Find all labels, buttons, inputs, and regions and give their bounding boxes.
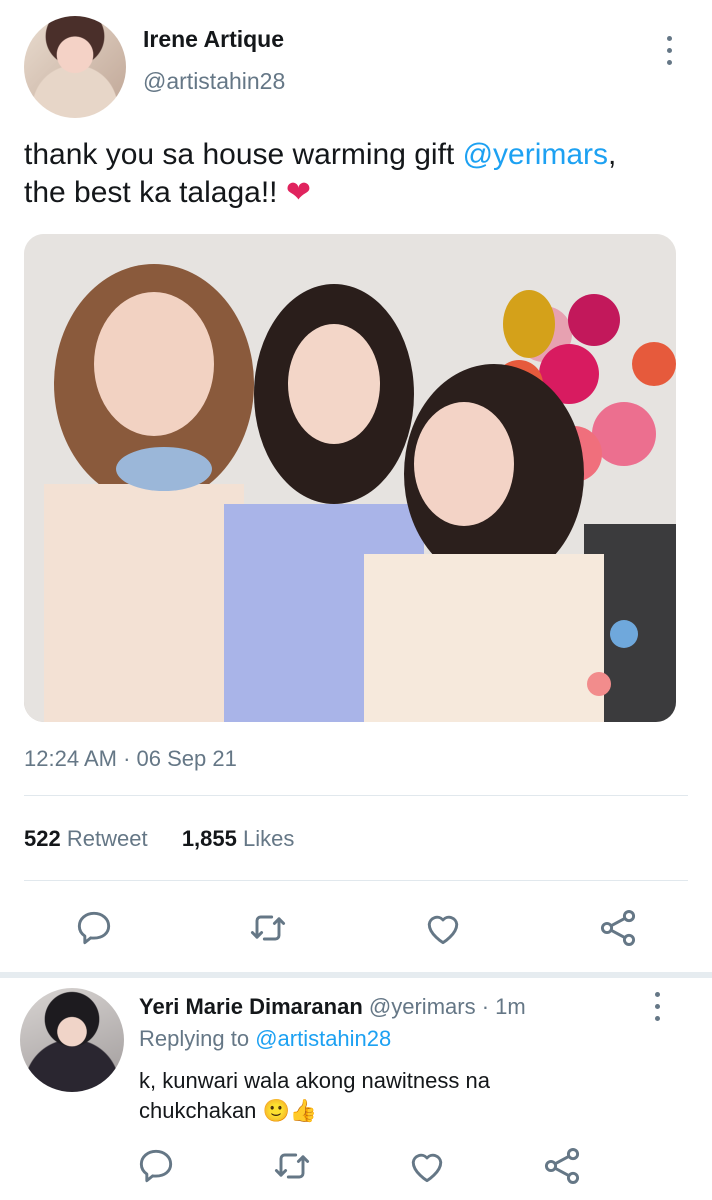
divider xyxy=(24,880,688,881)
heart-emoji: ❤ xyxy=(285,176,311,209)
replying-to: Replying to @artistahin28 xyxy=(139,1026,391,1052)
reply-reply-icon[interactable] xyxy=(134,1144,174,1184)
reply-text-line1: k, kunwari wala akong nawitness na xyxy=(139,1068,490,1093)
likes-label[interactable]: Likes xyxy=(243,826,294,851)
tweet-photo[interactable] xyxy=(24,234,676,722)
reply-text-line2: chukchakan xyxy=(139,1098,263,1123)
reply-text: k, kunwari wala akong nawitness na chukc… xyxy=(139,1066,659,1126)
tweet-timestamp[interactable]: 12:24 AM · 06 Sep 21 xyxy=(24,746,237,772)
replying-label: Replying to xyxy=(139,1026,256,1051)
tweet-text-line2: the best ka talaga!! xyxy=(24,176,286,209)
reply-author-avatar[interactable] xyxy=(20,988,124,1092)
share-icon[interactable] xyxy=(596,906,640,950)
section-divider xyxy=(0,972,712,978)
reply-header: Yeri Marie Dimaranan @yerimars · 1m xyxy=(139,994,526,1020)
reply-emojis: 🙂👍 xyxy=(262,1098,318,1123)
reply-icon[interactable] xyxy=(72,906,116,950)
retweet-label[interactable]: Retweet xyxy=(67,826,148,851)
reply-like-icon[interactable] xyxy=(405,1144,445,1184)
reply-more-options-icon[interactable] xyxy=(652,992,664,1022)
likes-count[interactable]: 1,855 xyxy=(182,826,237,851)
author-name[interactable]: Irene Artique xyxy=(143,26,284,53)
author-avatar[interactable] xyxy=(24,16,126,118)
tweet-stats: 522 Retweet 1,855 Likes xyxy=(24,826,294,852)
more-options-icon[interactable] xyxy=(664,36,676,66)
tweet-text: thank you sa house warming gift @yerimar… xyxy=(24,136,684,212)
reply-share-icon[interactable] xyxy=(540,1144,580,1184)
reply-time: 1m xyxy=(495,994,526,1019)
retweet-count[interactable]: 522 xyxy=(24,826,61,851)
like-icon[interactable] xyxy=(421,906,465,950)
reply-retweet-icon[interactable] xyxy=(270,1144,310,1184)
tweet-text-part: , xyxy=(608,138,617,171)
reply-author-name[interactable]: Yeri Marie Dimaranan xyxy=(139,994,363,1019)
replying-handle[interactable]: @artistahin28 xyxy=(255,1026,391,1051)
retweet-icon[interactable] xyxy=(246,906,290,950)
mention-link[interactable]: @yerimars xyxy=(463,138,608,171)
reply-author-handle[interactable]: @yerimars xyxy=(369,994,476,1019)
separator-dot: · xyxy=(475,994,496,1019)
tweet-text-part: thank you sa house warming gift xyxy=(24,138,463,171)
author-handle[interactable]: @artistahin28 xyxy=(143,68,285,95)
divider xyxy=(24,795,688,796)
